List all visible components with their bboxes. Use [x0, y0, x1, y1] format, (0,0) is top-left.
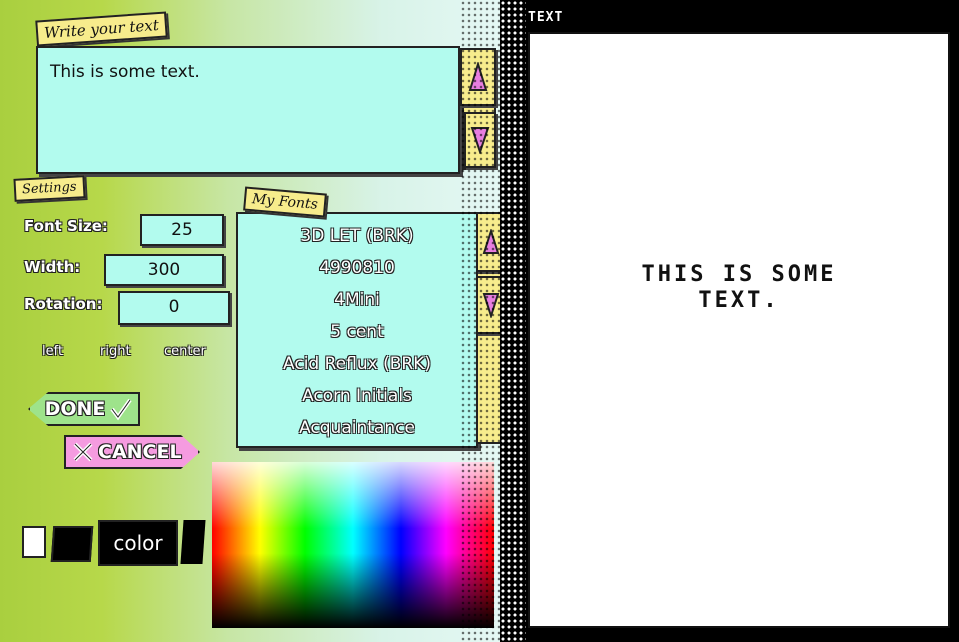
cancel-button-label: CANCEL	[98, 441, 182, 463]
preview-title: TEXT	[528, 10, 564, 25]
width-label: Width:	[24, 258, 81, 276]
black-swatch[interactable]	[50, 526, 94, 562]
arrow-up-icon	[468, 62, 488, 91]
my-fonts-tag-label: My Fonts	[251, 191, 319, 213]
font-size-input[interactable]: 25	[140, 214, 224, 246]
preview-text: This is some text.	[530, 262, 948, 314]
preview-text-line-1: This is some	[641, 262, 837, 287]
text-preview-canvas: This is some text.	[528, 32, 950, 628]
align-right-option[interactable]: right	[100, 344, 131, 359]
text-scroll-rail[interactable]	[462, 48, 496, 170]
preview-text-line-2: text.	[698, 288, 780, 313]
done-button[interactable]: DONE	[28, 392, 140, 426]
cancel-button[interactable]: CANCEL	[64, 435, 200, 469]
text-input[interactable]: This is some text.	[36, 46, 460, 174]
font-list-item[interactable]: Acquaintance	[238, 418, 476, 438]
font-list-item[interactable]: Acid Reflux (BRK)	[238, 354, 476, 374]
current-color-swatch[interactable]	[180, 520, 206, 564]
font-list-item[interactable]: 4990810	[238, 258, 476, 278]
arrow-up-icon	[482, 229, 500, 254]
align-center-option[interactable]: center	[164, 344, 206, 359]
text-input-value: This is some text.	[50, 62, 200, 82]
arrow-down-icon	[470, 127, 490, 154]
checkmark-icon	[110, 398, 133, 421]
write-text-tag: Write your text	[35, 11, 168, 47]
font-size-label: Font Size:	[24, 217, 108, 235]
font-list-item[interactable]: 4Mini	[238, 290, 476, 310]
align-left-option[interactable]: left	[42, 344, 63, 359]
font-list[interactable]: 3D LET (BRK) 4990810 4Mini 5 cent Acid R…	[236, 212, 478, 448]
done-button-label: DONE	[44, 398, 106, 420]
editor-panel: Write your text This is some text. Setti…	[0, 0, 510, 642]
settings-tag-label: Settings	[21, 179, 77, 198]
font-list-item[interactable]: 3D LET (BRK)	[238, 226, 476, 246]
text-scroll-up-button[interactable]	[460, 48, 496, 106]
text-scroll-down-button[interactable]	[464, 112, 496, 168]
dotted-divider	[500, 0, 526, 642]
arrow-down-icon	[482, 293, 500, 318]
rotation-input[interactable]: 0	[118, 291, 230, 325]
x-icon	[73, 442, 93, 462]
rotation-label: Rotation:	[24, 295, 103, 313]
settings-tag: Settings	[13, 175, 86, 202]
color-picker[interactable]	[212, 462, 494, 628]
write-text-tag-label: Write your text	[43, 16, 160, 42]
width-input[interactable]: 300	[104, 254, 224, 286]
white-swatch[interactable]	[22, 526, 46, 558]
color-button[interactable]: color	[98, 520, 178, 566]
font-list-item[interactable]: 5 cent	[238, 322, 476, 342]
font-list-item[interactable]: Acorn Initials	[238, 386, 476, 406]
